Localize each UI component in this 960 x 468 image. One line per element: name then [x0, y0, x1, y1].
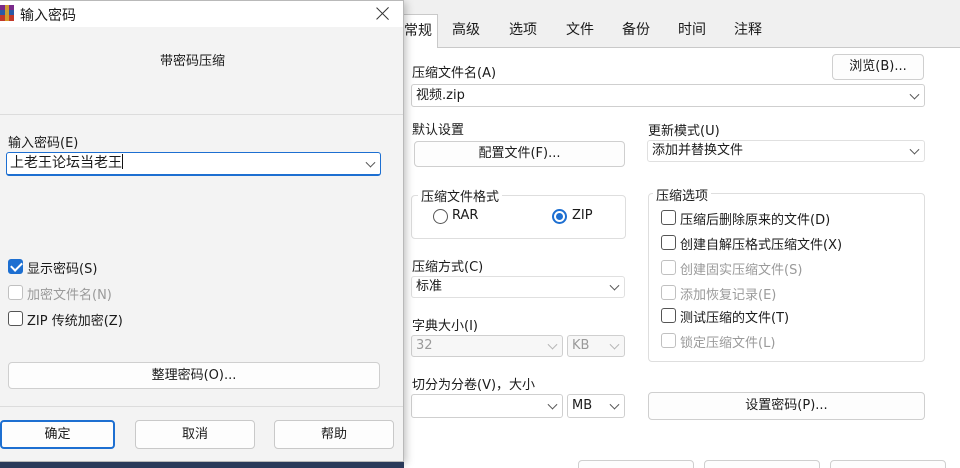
archive-name-combo[interactable]: 视频.zip: [411, 84, 925, 107]
delete-after-checkbox[interactable]: [661, 210, 676, 225]
bottom-button-1[interactable]: [578, 460, 694, 468]
dictionary-unit-value: KB: [572, 338, 590, 353]
set-password-button[interactable]: 设置密码(P)...: [648, 392, 925, 420]
winrar-app-icon: [0, 5, 14, 21]
dictionary-size-select[interactable]: 32: [411, 335, 563, 357]
update-mode-value: 添加并替换文件: [652, 143, 744, 158]
chevron-down-icon: [547, 339, 558, 350]
dialog-title: 输入密码: [20, 8, 76, 24]
tab-backup[interactable]: 备份: [614, 14, 658, 48]
divider: [0, 114, 403, 115]
method-label: 压缩方式(C): [412, 260, 484, 275]
chevron-down-icon: [609, 280, 620, 291]
ok-button[interactable]: 确定: [0, 420, 115, 449]
password-label: 输入密码(E): [8, 136, 79, 151]
chevron-down-icon: [609, 399, 620, 410]
split-volumes-label: 切分为分卷(V)，大小: [412, 378, 536, 393]
create-sfx-label: 创建自解压格式压缩文件(X): [680, 238, 843, 253]
tab-comment[interactable]: 注释: [726, 14, 770, 48]
method-value: 标准: [416, 279, 443, 294]
profiles-button[interactable]: 配置文件(F)...: [414, 141, 625, 167]
tab-advanced[interactable]: 高级: [444, 14, 488, 48]
text-caret: [122, 154, 123, 169]
zip-legacy-encryption-checkbox[interactable]: [8, 311, 23, 326]
lock-archive-checkbox[interactable]: [661, 333, 676, 348]
format-rar-radio[interactable]: [433, 209, 448, 224]
password-history-dropdown[interactable]: [362, 153, 380, 174]
format-rar-label: RAR: [452, 208, 479, 223]
update-mode-label: 更新模式(U): [648, 124, 720, 139]
tab-bar: 常规 高级 选项 文件 备份 时间 注释: [398, 14, 960, 49]
chevron-down-icon: [365, 157, 376, 168]
help-button[interactable]: 帮助: [274, 420, 394, 449]
encrypt-filenames-label: 加密文件名(N): [27, 288, 112, 303]
zip-legacy-encryption-label: ZIP 传统加密(Z): [27, 314, 123, 329]
default-profile-label: 默认设置: [412, 123, 465, 138]
recovery-record-label: 添加恢复记录(E): [680, 288, 777, 303]
bottom-button-2[interactable]: [704, 460, 820, 468]
cancel-button[interactable]: 取消: [135, 420, 255, 449]
bottom-button-3[interactable]: [830, 460, 946, 468]
archive-name-label: 压缩文件名(A): [412, 66, 497, 81]
format-zip-label: ZIP: [572, 208, 593, 223]
dictionary-unit-select[interactable]: KB: [567, 335, 625, 357]
close-icon[interactable]: [373, 4, 393, 24]
taskbar-strip: [0, 462, 404, 468]
password-input[interactable]: 上老王论坛当老王: [6, 152, 381, 176]
encrypt-filenames-checkbox[interactable]: [8, 285, 23, 300]
show-password-checkbox[interactable]: [8, 259, 23, 274]
tab-time[interactable]: 时间: [670, 14, 714, 48]
archiving-options-title: 压缩选项: [653, 185, 712, 204]
create-solid-checkbox[interactable]: [661, 260, 676, 275]
test-archived-checkbox[interactable]: [661, 308, 676, 323]
archive-format-title: 压缩文件格式: [418, 186, 503, 205]
format-zip-radio[interactable]: [552, 209, 567, 224]
chevron-down-icon: [609, 339, 620, 350]
archive-name-value: 视频.zip: [416, 88, 465, 103]
tab-options[interactable]: 选项: [501, 14, 545, 48]
organize-passwords-button[interactable]: 整理密码(O)...: [8, 362, 380, 389]
show-password-label: 显示密码(S): [27, 262, 98, 277]
update-mode-select[interactable]: 添加并替换文件: [647, 140, 925, 162]
dictionary-size-value: 32: [416, 338, 433, 353]
chevron-down-icon: [909, 144, 920, 155]
tab-files[interactable]: 文件: [558, 14, 602, 48]
password-value: 上老王论坛当老王: [10, 155, 122, 171]
divider: [0, 406, 403, 407]
dialog-subtitle: 带密码压缩: [160, 54, 226, 69]
tab-general[interactable]: 常规: [398, 14, 438, 49]
split-unit-value: MB: [572, 398, 593, 413]
split-size-combo[interactable]: [411, 394, 563, 418]
lock-archive-label: 锁定压缩文件(L): [680, 336, 776, 351]
delete-after-label: 压缩后删除原来的文件(D): [680, 213, 831, 228]
method-select[interactable]: 标准: [411, 276, 625, 298]
test-archived-label: 测试压缩的文件(T): [680, 311, 790, 326]
create-sfx-checkbox[interactable]: [661, 235, 676, 250]
chevron-down-icon: [909, 89, 920, 100]
dictionary-size-label: 字典大小(I): [412, 319, 478, 334]
split-unit-select[interactable]: MB: [567, 394, 625, 418]
recovery-record-checkbox[interactable]: [661, 285, 676, 300]
chevron-down-icon: [547, 399, 558, 410]
title-bar: 输入密码: [0, 1, 403, 27]
enter-password-dialog: 输入密码 带密码压缩 输入密码(E) 上老王论坛当老王 显示密码(S) 加密文件…: [0, 0, 404, 462]
create-solid-label: 创建固实压缩文件(S): [680, 263, 803, 278]
browse-button[interactable]: 浏览(B)...: [832, 54, 924, 80]
